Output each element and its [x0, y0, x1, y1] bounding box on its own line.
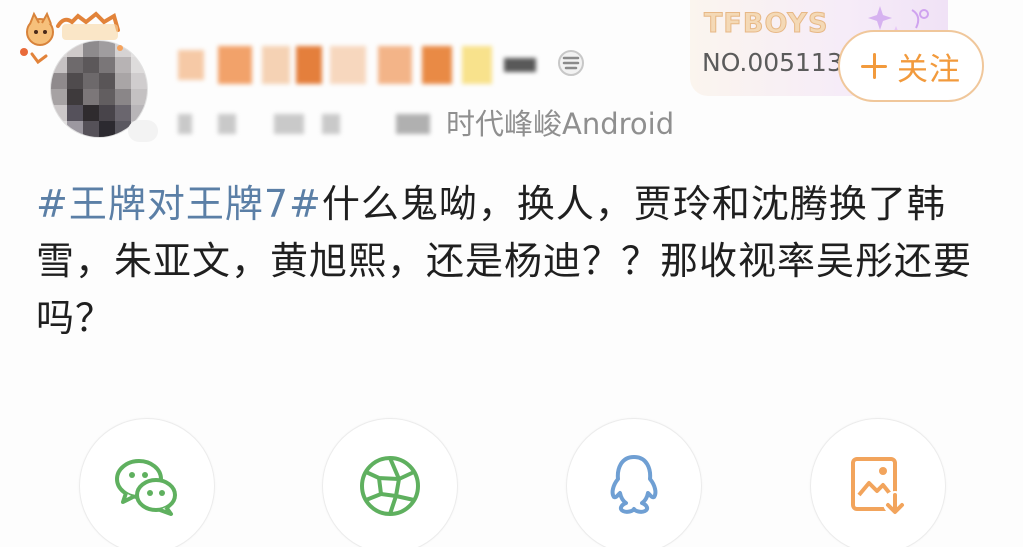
save-image-button[interactable] [810, 418, 946, 547]
follow-button[interactable]: 关注 [838, 30, 984, 102]
timestamp-blurred [178, 114, 438, 134]
fan-number: NO.005113 [702, 48, 843, 77]
wechat-icon [115, 459, 177, 516]
fan-group-name: TFBOYS [703, 8, 829, 40]
post-body: #王牌对王牌7#什么鬼呦，换人，贾玲和沈腾换了韩雪，朱亚文，黄旭熙，还是杨迪？？… [36, 176, 996, 347]
share-wechat-button[interactable] [79, 418, 215, 547]
plus-icon [861, 53, 887, 79]
save-image-icon [851, 457, 907, 515]
username-blurred[interactable] [178, 46, 548, 84]
share-qq-button[interactable] [566, 418, 702, 547]
moments-icon [360, 456, 420, 516]
avatar-container[interactable] [18, 8, 158, 148]
avatar-pendant-decoration [20, 11, 123, 65]
verified-badge [128, 120, 158, 142]
member-level-icon [558, 50, 584, 76]
qq-icon [610, 455, 658, 514]
post-source: 时代峰峻Android [446, 107, 675, 141]
follow-button-label: 关注 [897, 51, 961, 88]
share-moments-button[interactable] [322, 418, 458, 547]
post-meta: 时代峰峻Android [178, 106, 698, 142]
hashtag-link[interactable]: #王牌对王牌7# [36, 182, 322, 226]
share-row [0, 418, 1023, 547]
weibo-post-screen: 时代峰峻Android TFBOYS NO.005113 关注 #王牌对王牌7#… [0, 0, 1023, 547]
